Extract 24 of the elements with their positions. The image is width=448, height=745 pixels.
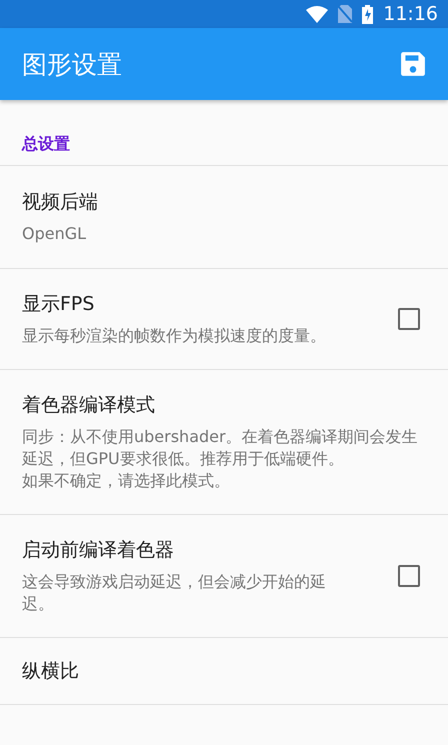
section-title: 总设置 [22, 134, 70, 155]
setting-title: 纵横比 [22, 659, 80, 684]
setting-title: 启动前编译着色器 [22, 538, 175, 563]
setting-title: 视频后端 [22, 190, 99, 215]
setting-title: 着色器编译模式 [22, 393, 156, 418]
checkbox[interactable] [398, 565, 420, 587]
wifi-icon [306, 6, 328, 22]
screen-title: 图形设置 [22, 48, 122, 80]
setting-summary: 同步：从不使用ubershader。在着色器编译期间会发生延迟，但GPU要求很低。推荐用于低端硬件。 [22, 426, 419, 470]
setting-item[interactable]: 显示FPS 显示每秒渲染的帧数作为模拟速度的度量。 [0, 269, 448, 370]
setting-summary: OpenGL [22, 223, 88, 245]
save-icon [400, 51, 426, 77]
battery-charging-icon [362, 4, 374, 24]
setting-item[interactable]: 纵横比 [0, 638, 448, 705]
no-sim-icon [338, 5, 352, 23]
setting-summary: 显示每秒渲染的帧数作为模拟速度的度量。 [22, 325, 327, 347]
setting-title: 显示FPS [22, 292, 96, 317]
setting-item[interactable]: 启动前编译着色器 这会导致游戏启动延迟，但会减少开始的延迟。 [0, 515, 448, 638]
setting-summary: 这会导致游戏启动延迟，但会减少开始的延迟。 [22, 571, 327, 615]
checkbox[interactable] [398, 308, 420, 330]
setting-item[interactable]: 着色器编译模式 同步：从不使用ubershader。在着色器编译期间会发生延迟，但GPU要求很低。推荐用于低端硬件。 如果不确定，请选择此模式。 [0, 370, 448, 515]
setting-note: 如果不确定，请选择此模式。 [22, 470, 231, 492]
setting-item[interactable]: 视频后端 OpenGL [0, 166, 448, 269]
status-time: 11:16 [383, 3, 438, 25]
